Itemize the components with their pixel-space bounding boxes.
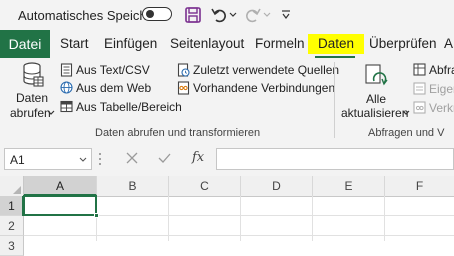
refresh-all-icon[interactable] [364,63,388,89]
grid-line [312,196,313,241]
column-header-c[interactable]: C [169,176,241,196]
row-header-1[interactable]: 1 [0,196,24,216]
grid-line [24,235,454,236]
formula-input[interactable] [216,148,454,170]
database-icon[interactable] [22,62,44,88]
recent-sources-icon[interactable] [177,63,190,77]
grid-line [240,196,241,241]
row-header-2[interactable]: 2 [0,216,24,236]
row-header-3[interactable]: 3 [0,236,24,256]
column-header-d[interactable]: D [241,176,313,196]
name-box-value: A1 [10,153,25,167]
properties-icon [413,82,426,95]
autosave-toggle[interactable] [142,7,172,21]
select-all-corner[interactable] [0,176,24,196]
tab-insert[interactable]: Einfügen [104,36,157,51]
cancel-icon[interactable] [125,151,139,165]
refresh-all-label-2[interactable]: aktualisieren [341,106,408,120]
queries-icon[interactable] [413,63,426,76]
table-icon[interactable] [60,100,73,113]
tab-data[interactable]: Daten [318,36,354,51]
text-csv-icon[interactable] [60,63,73,77]
web-icon[interactable] [60,81,73,94]
queries-connections-button[interactable]: Abfra [429,63,454,77]
recent-sources-button[interactable]: Zuletzt verwendete Quellen [193,63,339,77]
chevron-down-icon[interactable] [47,110,55,116]
from-table-range-button[interactable]: Aus Tabelle/Bereich [76,100,182,114]
tab-more[interactable]: A [444,36,453,51]
selected-cell-a1[interactable] [23,195,97,216]
column-header-f[interactable]: F [385,176,454,196]
column-header-e[interactable]: E [313,176,385,196]
customize-toolbar-icon[interactable] [281,9,291,21]
existing-connections-icon[interactable] [177,81,190,95]
insert-function-icon[interactable]: fx [192,150,204,165]
group-label-queries: Abfragen und V [368,127,445,139]
redo-icon[interactable] [244,6,262,24]
undo-icon[interactable] [210,6,228,24]
tab-file[interactable]: Datei [0,30,50,58]
tab-review[interactable]: Überprüfen [369,36,437,51]
properties-button: Eigen [429,82,454,96]
save-icon[interactable] [184,6,202,24]
refresh-dropdown-icon[interactable] [402,110,410,116]
from-text-csv-button[interactable]: Aus Text/CSV [76,63,150,77]
get-data-label-2[interactable]: abrufen [10,106,51,120]
tab-page-layout[interactable]: Seitenlayout [170,36,244,51]
column-header-b[interactable]: B [97,176,169,196]
get-data-label-1[interactable]: Daten [16,91,48,105]
tab-start[interactable]: Start [60,36,89,51]
from-web-button[interactable]: Aus dem Web [76,81,151,95]
redo-dropdown-icon[interactable] [263,11,271,19]
undo-dropdown-icon[interactable] [229,11,237,19]
group-label-get-transform: Daten abrufen und transformieren [95,127,261,139]
name-box-dropdown-icon[interactable] [79,157,87,163]
confirm-icon[interactable] [157,151,172,165]
drag-handle-icon[interactable] [98,150,102,168]
grid-line [168,196,169,241]
existing-connections-button[interactable]: Vorhandene Verbindungen [193,81,335,95]
grid-line [384,196,385,241]
edit-links-button: Verkn [429,101,454,115]
tab-formulas[interactable]: Formeln [255,36,305,51]
column-header-a[interactable]: A [24,176,97,196]
select-all-triangle-icon [13,186,21,194]
toggle-knob [146,10,154,18]
edit-links-icon [413,101,426,114]
refresh-all-label-1[interactable]: Alle [366,92,386,106]
fill-handle[interactable] [94,213,99,218]
group-separator [334,62,335,138]
